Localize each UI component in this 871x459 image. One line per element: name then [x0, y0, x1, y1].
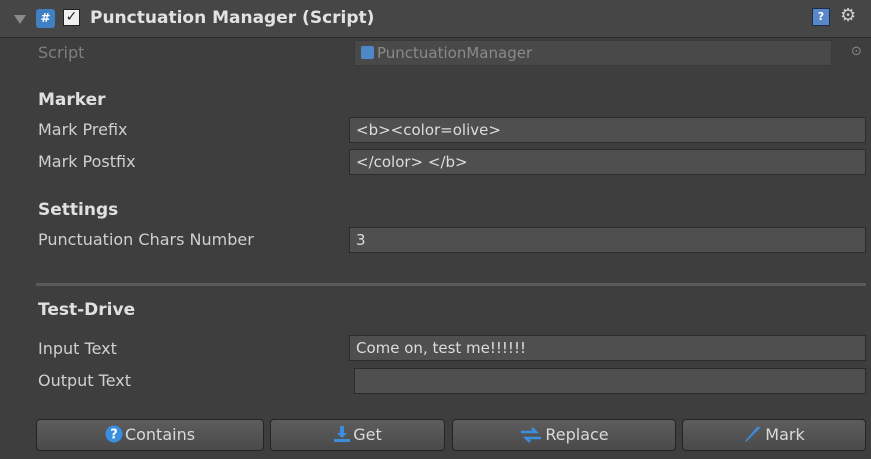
pencil-icon [745, 426, 761, 442]
component-header[interactable]: # ✓ Punctuation Manager (Script) ? ⚙ [0, 0, 871, 38]
punctuation-chars-label: Punctuation Chars Number [38, 230, 254, 249]
contains-button[interactable]: ? Contains [36, 419, 264, 451]
download-icon [334, 426, 351, 442]
contains-button-label: Contains [124, 425, 196, 444]
csharp-script-icon: # [36, 9, 55, 28]
script-field: PunctuationManager [354, 40, 832, 66]
section-divider [36, 283, 866, 286]
output-text-field[interactable] [354, 368, 866, 394]
mark-button-label: Mark [765, 425, 805, 444]
inspector-panel: # ✓ Punctuation Manager (Script) ? ⚙ Scr… [0, 0, 871, 459]
settings-section-title: Settings [38, 200, 119, 220]
script-label: Script [38, 43, 85, 62]
mark-prefix-input[interactable]: <b><color=olive> [349, 117, 866, 143]
get-button-label: Get [353, 425, 382, 444]
output-text-label: Output Text [38, 371, 132, 390]
mark-button[interactable]: Mark [682, 419, 866, 451]
gear-icon[interactable]: ⚙ [840, 5, 856, 26]
component-title: Punctuation Manager (Script) [90, 8, 375, 28]
input-text-field[interactable]: Come on, test me!!!!!! [349, 335, 866, 361]
script-value: PunctuationManager [377, 44, 533, 62]
mark-postfix-input[interactable]: </color> </b> [349, 149, 866, 175]
object-picker-icon[interactable]: ⊙ [851, 44, 862, 59]
mark-prefix-label: Mark Prefix [38, 120, 128, 139]
marker-section-title: Marker [38, 90, 106, 110]
replace-button-label: Replace [545, 425, 609, 444]
foldout-arrow-icon[interactable] [14, 15, 26, 24]
svg-text:?: ? [110, 428, 118, 443]
get-button[interactable]: Get [270, 419, 445, 451]
test-drive-section-title: Test-Drive [38, 300, 136, 320]
mark-postfix-label: Mark Postfix [38, 152, 136, 171]
replace-button[interactable]: Replace [452, 419, 676, 451]
question-circle-icon: ? [105, 425, 123, 443]
help-icon[interactable]: ? [812, 8, 830, 26]
swap-arrows-icon [521, 427, 542, 443]
punctuation-chars-input[interactable]: 3 [349, 227, 866, 253]
component-enabled-checkbox[interactable]: ✓ [63, 9, 80, 26]
script-object-icon [361, 46, 374, 59]
input-text-label: Input Text [38, 339, 117, 358]
